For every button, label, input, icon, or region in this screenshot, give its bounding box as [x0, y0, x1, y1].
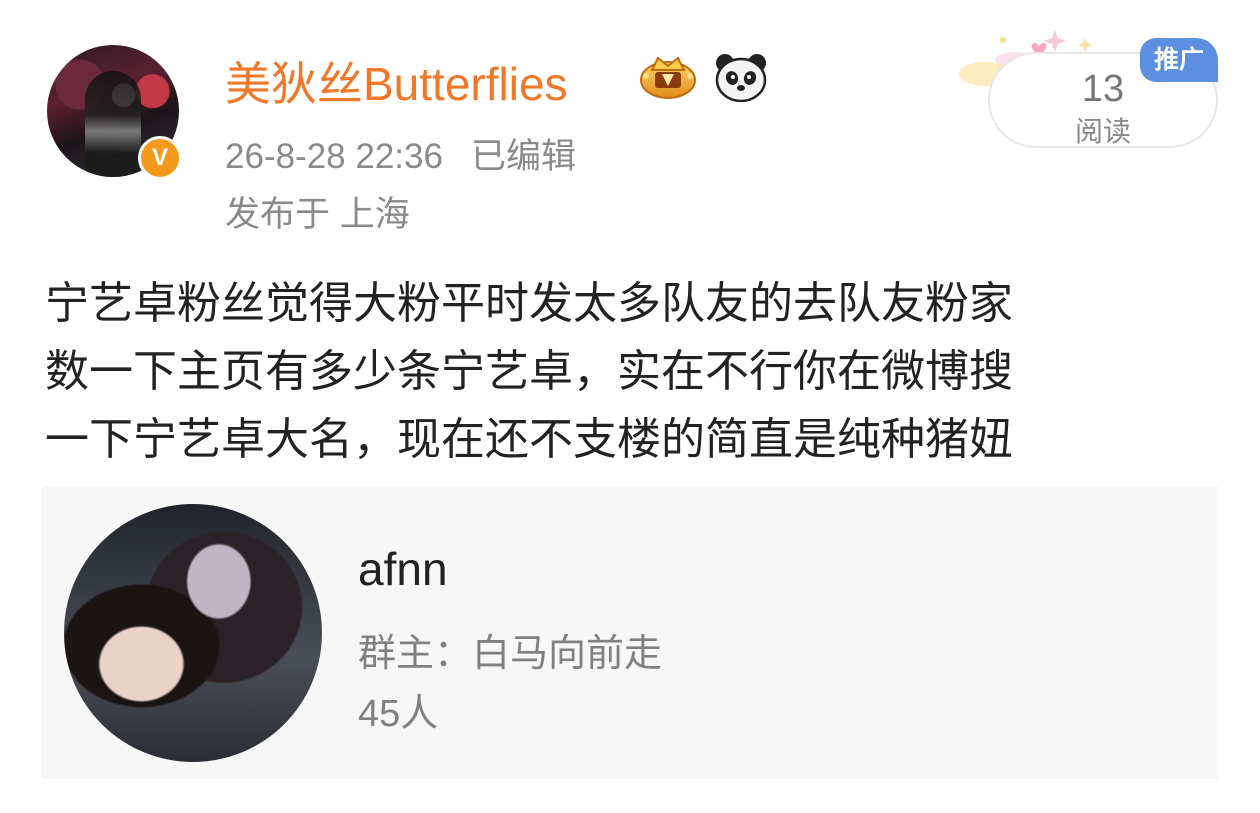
group-chat-card[interactable]: afnn 群主：白马向前走 45人: [42, 486, 1218, 779]
author-name[interactable]: 美狄丝Butterflies: [225, 48, 568, 114]
read-label: 阅读: [1074, 116, 1131, 147]
post-meta: 26-8-28 22:36 已编辑: [225, 128, 576, 179]
group-owner: 群主：白马向前走: [358, 633, 663, 675]
post-body-line: 宁艺卓粉丝觉得大粉平时发太多队友的去队友粉家: [45, 279, 1013, 328]
panda-icon: [715, 54, 767, 102]
post-body-line: 数一下主页有多少条宁艺卓，实在不行你在微博搜: [45, 347, 1013, 396]
group-avatar: [64, 504, 322, 762]
group-name: afnn: [358, 543, 448, 595]
post-body: 宁艺卓粉丝觉得大粉平时发太多队友的去队友粉家 数一下主页有多少条宁艺卓，实在不行…: [45, 270, 1225, 474]
post-body-line: 一下宁艺卓大名，现在还不支楼的简直是纯种猪妞: [45, 415, 1013, 464]
crown-icon: [640, 56, 696, 99]
promote-badge[interactable]: 推广: [1140, 38, 1218, 82]
post-location: 发布于 上海: [225, 195, 410, 234]
group-member-count: 45人: [358, 693, 439, 735]
post-timestamp: 26-8-28 22:36: [225, 137, 443, 176]
edited-label[interactable]: 已编辑: [471, 137, 576, 176]
verified-badge-icon: V: [138, 136, 182, 180]
